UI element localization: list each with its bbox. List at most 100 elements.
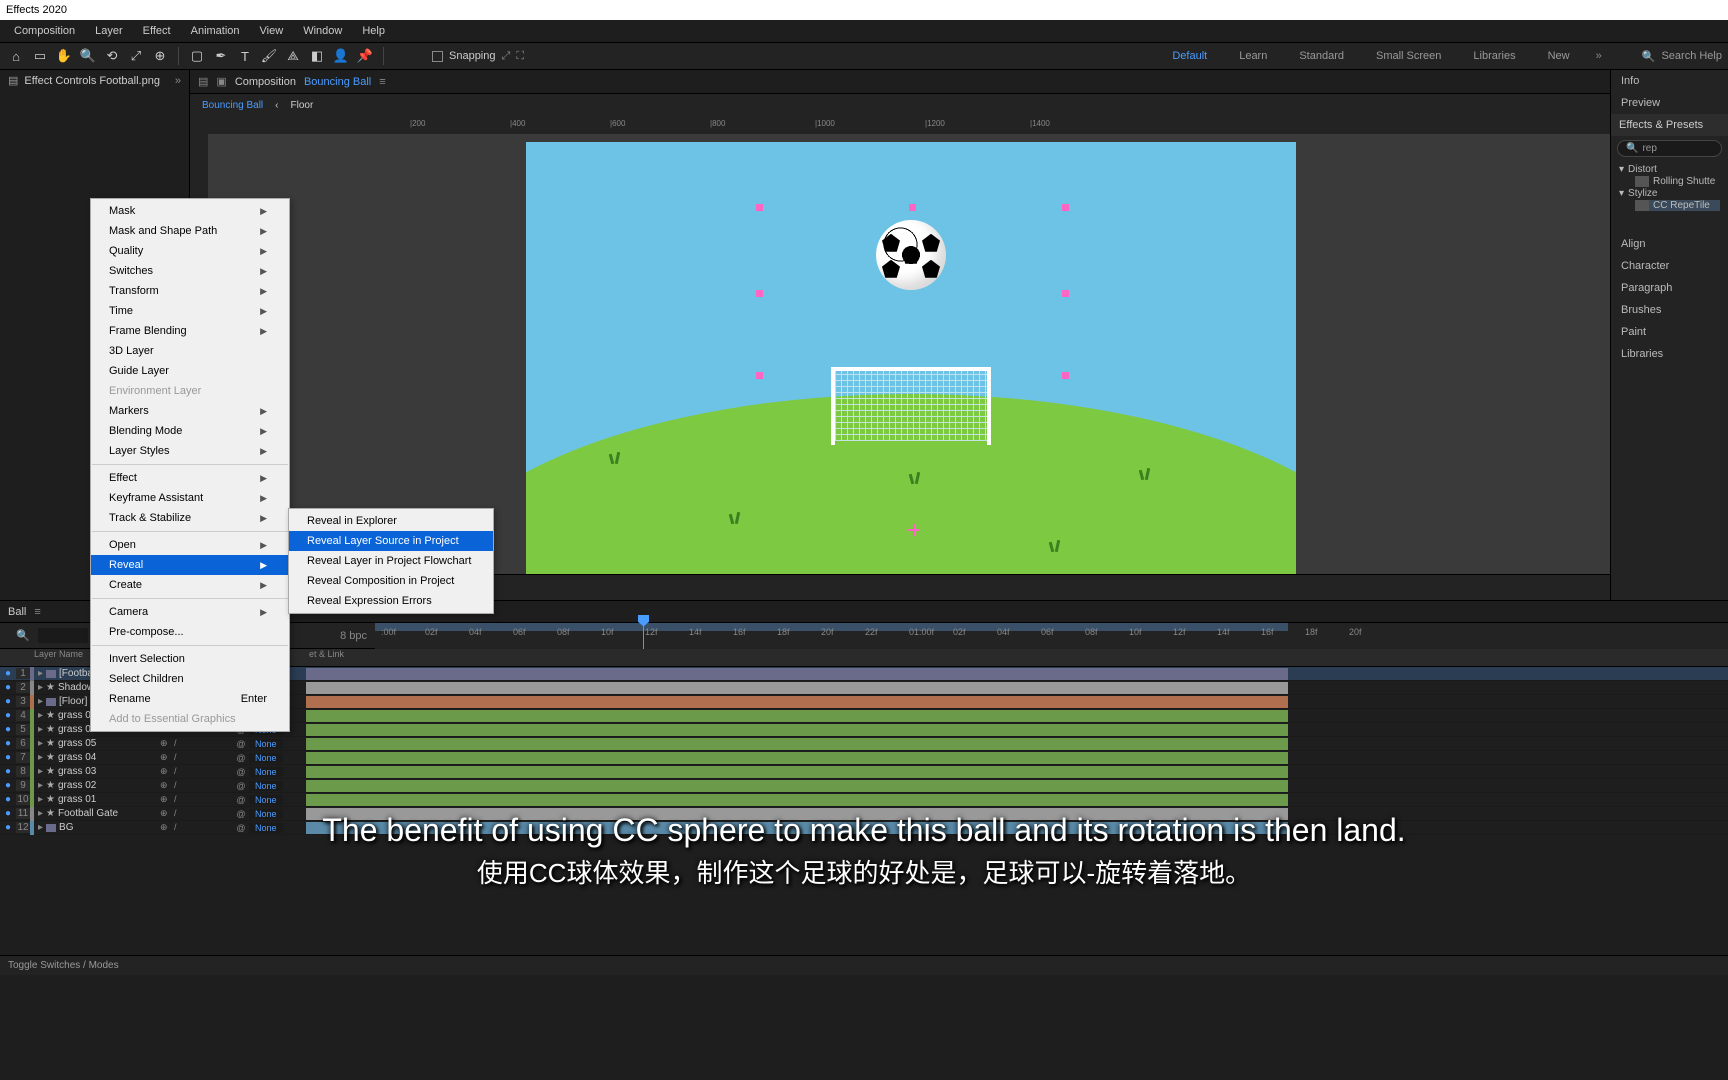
menu-item[interactable]: Quality▶ (91, 241, 289, 261)
menu-item[interactable]: Keyframe Assistant▶ (91, 488, 289, 508)
timeline-search[interactable] (38, 628, 88, 643)
tree-item[interactable]: CC RepeTile (1635, 200, 1720, 211)
tree-item[interactable]: Rolling Shutte (1635, 176, 1720, 187)
visibility-icon[interactable]: ● (5, 794, 11, 805)
visibility-icon[interactable]: ● (5, 808, 11, 819)
selection-tool-icon[interactable]: ▭ (30, 46, 50, 66)
anchor-tool-icon[interactable]: ⊕ (150, 46, 170, 66)
menu-item[interactable]: Pre-compose... (91, 622, 289, 642)
playhead[interactable] (643, 623, 644, 649)
menu-item[interactable]: Mask▶ (91, 201, 289, 221)
menu-item[interactable]: 3D Layer (91, 341, 289, 361)
context-menu[interactable]: Mask▶Mask and Shape Path▶Quality▶Switche… (90, 198, 290, 732)
pickwhip-icon[interactable]: @ (236, 809, 246, 819)
breadcrumb-item[interactable]: Floor (291, 100, 314, 111)
snap-opt2-icon[interactable]: ⛶ (516, 50, 524, 63)
parent-dropdown[interactable]: None (249, 739, 283, 749)
menu-item[interactable]: Transform▶ (91, 281, 289, 301)
snapping-toggle[interactable]: Snapping ⤢ ⛶ (432, 50, 524, 63)
menu-item[interactable]: Frame Blending▶ (91, 321, 289, 341)
panel-effects-presets[interactable]: Effects & Presets (1611, 114, 1728, 136)
menu-item[interactable]: Blending Mode▶ (91, 421, 289, 441)
tree-group[interactable]: ▾ Distort (1619, 163, 1720, 176)
submenu-item[interactable]: Reveal Expression Errors (289, 591, 493, 611)
visibility-icon[interactable]: ● (5, 822, 11, 833)
selection-handle[interactable] (1062, 204, 1069, 211)
selection-handle[interactable] (756, 290, 763, 297)
chevron-icon[interactable]: » (175, 75, 181, 87)
menu-view[interactable]: View (250, 22, 294, 40)
stamp-tool-icon[interactable]: ⟁ (283, 46, 303, 66)
more-icon[interactable]: » (1596, 50, 1602, 62)
pickwhip-icon[interactable]: @ (236, 823, 246, 833)
workspace-tab[interactable]: Small Screen (1370, 48, 1447, 64)
visibility-icon[interactable]: ● (5, 752, 11, 763)
parent-dropdown[interactable]: None (249, 767, 283, 777)
football[interactable] (876, 220, 946, 290)
panel-paragraph[interactable]: Paragraph (1611, 277, 1728, 299)
workspace-tab[interactable]: Libraries (1467, 48, 1521, 64)
eraser-tool-icon[interactable]: ◧ (307, 46, 327, 66)
panel-character[interactable]: Character (1611, 255, 1728, 277)
anchor-point[interactable] (908, 524, 920, 536)
selection-handle[interactable] (756, 372, 763, 379)
menu-item[interactable]: Mask and Shape Path▶ (91, 221, 289, 241)
visibility-icon[interactable]: ● (5, 780, 11, 791)
visibility-icon[interactable]: ● (5, 738, 11, 749)
menu-item[interactable]: Track & Stabilize▶ (91, 508, 289, 528)
panel-align[interactable]: Align (1611, 233, 1728, 255)
submenu-item[interactable]: Reveal Layer in Project Flowchart (289, 551, 493, 571)
panel-libraries[interactable]: Libraries (1611, 343, 1728, 365)
roto-tool-icon[interactable]: 👤 (331, 46, 351, 66)
effects-search[interactable]: 🔍rep (1617, 140, 1722, 157)
parent-dropdown[interactable]: None (249, 781, 283, 791)
parent-dropdown[interactable]: None (249, 753, 283, 763)
menu-item[interactable]: Select Children (91, 669, 289, 689)
parent-dropdown[interactable]: None (249, 795, 283, 805)
checkbox-icon[interactable] (432, 51, 443, 62)
rotate-tool-icon[interactable]: ⤢ (126, 46, 146, 66)
panel-info[interactable]: Info (1611, 70, 1728, 92)
workspace-tab[interactable]: New (1542, 48, 1576, 64)
menu-layer[interactable]: Layer (85, 22, 133, 40)
layer-row[interactable]: ●6▸★ grass 05⊕ / @None (0, 737, 1728, 751)
menu-composition[interactable]: Composition (4, 22, 85, 40)
layer-row[interactable]: ●11▸★ Football Gate⊕ / @None (0, 807, 1728, 821)
puppet-tool-icon[interactable]: 📌 (355, 46, 375, 66)
menu-item[interactable]: Markers▶ (91, 401, 289, 421)
pickwhip-icon[interactable]: @ (236, 753, 246, 763)
menu-item[interactable]: Camera▶ (91, 602, 289, 622)
orbit-tool-icon[interactable]: ⟲ (102, 46, 122, 66)
visibility-icon[interactable]: ● (5, 724, 11, 735)
pickwhip-icon[interactable]: @ (236, 795, 246, 805)
submenu-item[interactable]: Reveal Composition in Project (289, 571, 493, 591)
menu-help[interactable]: Help (352, 22, 395, 40)
menu-item[interactable]: Effect▶ (91, 468, 289, 488)
rect-tool-icon[interactable]: ▢ (187, 46, 207, 66)
brush-tool-icon[interactable]: 🖌 (259, 46, 279, 66)
panel-paint[interactable]: Paint (1611, 321, 1728, 343)
visibility-icon[interactable]: ● (5, 710, 11, 721)
layer-row[interactable]: ●9▸★ grass 02⊕ / @None (0, 779, 1728, 793)
parent-dropdown[interactable]: None (249, 809, 283, 819)
panel-brushes[interactable]: Brushes (1611, 299, 1728, 321)
context-submenu[interactable]: Reveal in ExplorerReveal Layer Source in… (288, 508, 494, 614)
tree-group[interactable]: ▾ Stylize (1619, 187, 1720, 200)
submenu-item[interactable]: Reveal Layer Source in Project (289, 531, 493, 551)
menu-item[interactable]: Guide Layer (91, 361, 289, 381)
panel-tab[interactable]: ▤ Effect Controls Football.png » (0, 70, 189, 91)
layer-row[interactable]: ●10▸★ grass 01⊕ / @None (0, 793, 1728, 807)
layer-row[interactable]: ●7▸★ grass 04⊕ / @None (0, 751, 1728, 765)
parent-dropdown[interactable]: None (249, 823, 283, 833)
visibility-icon[interactable]: ● (5, 682, 11, 693)
menu-item[interactable]: RenameEnter (91, 689, 289, 709)
zoom-tool-icon[interactable]: 🔍 (78, 46, 98, 66)
submenu-item[interactable]: Reveal in Explorer (289, 511, 493, 531)
pickwhip-icon[interactable]: @ (236, 767, 246, 777)
panel-preview[interactable]: Preview (1611, 92, 1728, 114)
hand-tool-icon[interactable]: ✋ (54, 46, 74, 66)
visibility-icon[interactable]: ● (5, 766, 11, 777)
visibility-icon[interactable]: ● (5, 668, 11, 679)
workspace-tab[interactable]: Standard (1293, 48, 1350, 64)
home-icon[interactable]: ⌂ (6, 46, 26, 66)
